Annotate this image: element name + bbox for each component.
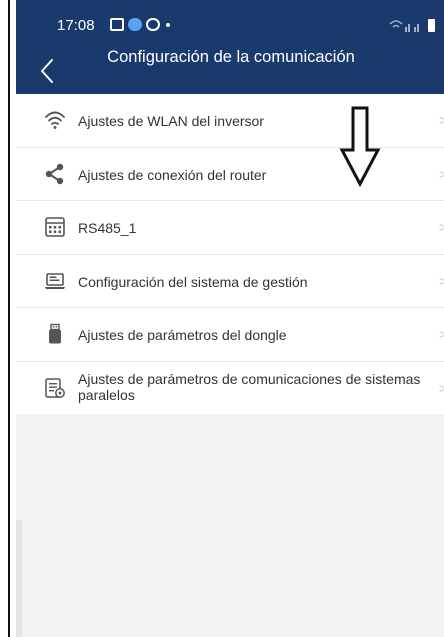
empty-area: [16, 414, 444, 637]
share-icon: [45, 163, 64, 184]
chevron-right-icon: >: [438, 326, 444, 342]
page-title: Configuración de la comunicación: [107, 48, 355, 66]
menu-item-rs485[interactable]: RS485_1 >: [16, 201, 444, 255]
app-header: 17:08 Configuración de la comunicación: [16, 0, 444, 94]
menu-item-label: RS485_1: [78, 220, 137, 236]
laptop-icon: [45, 272, 65, 289]
chevron-right-icon: >: [438, 219, 444, 235]
parallel-systems-icon: [45, 377, 65, 398]
rs485-port-icon: [45, 217, 65, 237]
status-bar: 17:08: [16, 0, 444, 40]
menu-item-label: Ajustes de conexión del router: [78, 166, 267, 183]
screen-edge-shadow: [16, 520, 22, 637]
down-arrow-annotation-icon: [339, 106, 381, 188]
chevron-right-icon: >: [438, 165, 444, 182]
menu-item-dongle[interactable]: Ajustes de parámetros del dongle >: [16, 308, 444, 362]
app-notification-icon: [128, 18, 142, 31]
chevron-right-icon: >: [438, 379, 444, 396]
menu-item-label: Ajustes de WLAN del inversor: [78, 113, 264, 129]
more-notifications-icon: [166, 23, 170, 27]
phone-screen: 17:08 Configuración de la comunicación A…: [16, 0, 444, 637]
screenshot-border: [8, 0, 10, 637]
sync-notification-icon: [146, 18, 160, 31]
status-time: 17:08: [57, 17, 95, 34]
back-arrow-icon[interactable]: [36, 56, 60, 86]
menu-item-label: Ajustes de parámetros del dongle: [78, 327, 287, 343]
wifi-icon: [45, 111, 65, 129]
message-notification-icon: [110, 18, 124, 31]
menu-item-management-system[interactable]: Configuración del sistema de gestión >: [16, 254, 444, 308]
chevron-right-icon: >: [438, 112, 444, 128]
menu-item-parallel-systems[interactable]: Ajustes de parámetros de comunicaciones …: [16, 361, 444, 418]
dongle-icon: [49, 323, 61, 344]
menu-item-label: Ajustes de parámetros de comunicaciones …: [78, 370, 421, 403]
signal-battery-icon: [389, 19, 435, 32]
chevron-right-icon: >: [438, 272, 444, 289]
menu-item-label: Configuración del sistema de gestión: [78, 273, 308, 290]
